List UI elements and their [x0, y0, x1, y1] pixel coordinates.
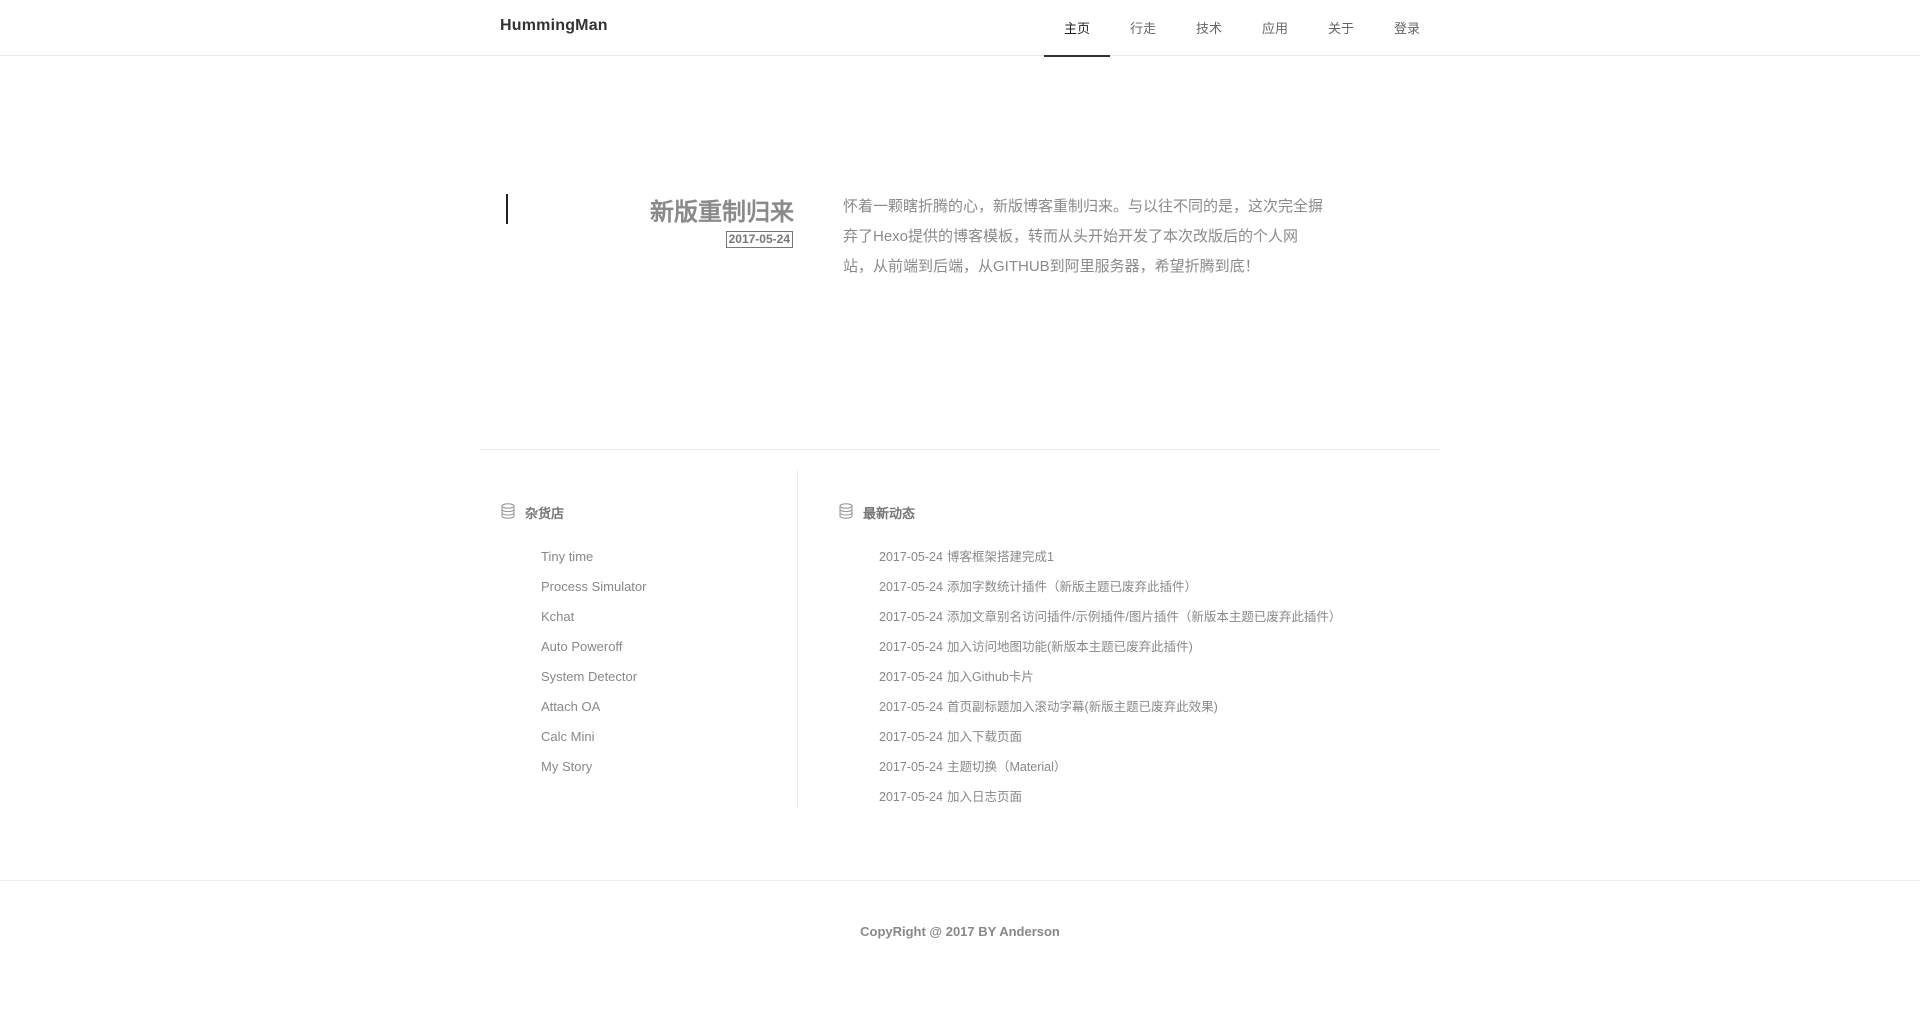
news-item-date: 2017-05-24 [879, 640, 943, 654]
news-title-text: 最新动态 [863, 506, 916, 521]
news-item-text: 主题切换（Material） [946, 760, 1067, 774]
news-item[interactable]: 2017-05-24 加入下载页面 [879, 725, 1341, 755]
shop-item-calc-mini[interactable]: Calc Mini [541, 725, 646, 755]
shop-title-text: 杂货店 [525, 506, 565, 521]
news-item[interactable]: 2017-05-24 首页副标题加入滚动字幕(新版主题已废弃此效果) [879, 695, 1341, 725]
main-nav: 主页 行走 技术 应用 关于 登录 [1044, 0, 1440, 57]
shop-item-auto-poweroff[interactable]: Auto Poweroff [541, 635, 646, 665]
database-icon [501, 503, 515, 522]
news-item-text: 添加字数统计插件（新版主题已废弃此插件） [946, 580, 1197, 594]
post-title[interactable]: 新版重制归来 [560, 192, 794, 227]
shop-item-tiny-time[interactable]: Tiny time [541, 545, 646, 575]
database-icon [839, 503, 853, 522]
news-item-text: 添加文章别名访问插件/示例插件/图片插件（新版本主题已废弃此插件） [946, 610, 1342, 624]
nav-item-login[interactable]: 登录 [1374, 0, 1440, 56]
news-item-date: 2017-05-24 [879, 730, 943, 744]
news-item[interactable]: 2017-05-24 加入Github卡片 [879, 665, 1341, 695]
shop-list: Tiny time Process Simulator Kchat Auto P… [541, 545, 646, 785]
nav-item-home[interactable]: 主页 [1044, 0, 1110, 57]
news-item-date: 2017-05-24 [879, 550, 943, 564]
news-panel-title: 最新动态 [839, 503, 915, 522]
news-item[interactable]: 2017-05-24 加入日志页面 [879, 785, 1341, 815]
footer-copyright: CopyRight @ 2017 BY Anderson [860, 924, 1060, 939]
news-list: 2017-05-24 博客框架搭建完成1 2017-05-24 添加字数统计插件（新… [879, 545, 1341, 815]
post-summary: 怀着一颗瞎折腾的心，新版博客重制归来。与以往不同的是，这次完全摒弃了Hexo提供… [843, 198, 1324, 275]
news-item-text: 博客框架搭建完成1 [946, 550, 1054, 564]
panel-divider [797, 470, 798, 808]
nav-item-tech[interactable]: 技术 [1176, 0, 1242, 56]
news-item-text: 加入访问地图功能(新版本主题已废弃此插件) [946, 640, 1193, 654]
news-item-date: 2017-05-24 [879, 760, 943, 774]
news-item-date: 2017-05-24 [879, 670, 943, 684]
nav-item-about[interactable]: 关于 [1308, 0, 1374, 56]
text-cursor-bar [506, 194, 508, 224]
news-item-date: 2017-05-24 [879, 580, 943, 594]
shop-item-process-simulator[interactable]: Process Simulator [541, 575, 646, 605]
news-item[interactable]: 2017-05-24 加入访问地图功能(新版本主题已废弃此插件) [879, 635, 1341, 665]
news-item-text: 首页副标题加入滚动字幕(新版主题已废弃此效果) [946, 700, 1218, 714]
section-divider [480, 449, 1440, 450]
news-item-text: 加入下载页面 [946, 730, 1022, 744]
news-item-text: 加入日志页面 [946, 790, 1022, 804]
shop-item-attach-oa[interactable]: Attach OA [541, 695, 646, 725]
news-item-date: 2017-05-24 [879, 700, 943, 714]
news-item[interactable]: 2017-05-24 主题切换（Material） [879, 755, 1341, 785]
top-navbar: HummingMan 主页 行走 技术 应用 关于 登录 [0, 0, 1920, 57]
news-item-date: 2017-05-24 [879, 610, 943, 624]
news-item[interactable]: 2017-05-24 博客框架搭建完成1 [879, 545, 1341, 575]
shop-item-kchat[interactable]: Kchat [541, 605, 646, 635]
footer-divider [0, 880, 1920, 881]
shop-item-system-detector[interactable]: System Detector [541, 665, 646, 695]
news-item[interactable]: 2017-05-24 添加文章别名访问插件/示例插件/图片插件（新版本主题已废弃此… [879, 605, 1341, 635]
nav-item-apps[interactable]: 应用 [1242, 0, 1308, 56]
news-item[interactable]: 2017-05-24 添加字数统计插件（新版主题已废弃此插件） [879, 575, 1341, 605]
post-date-badge: 2017-05-24 [725, 231, 793, 248]
nav-item-walk[interactable]: 行走 [1110, 0, 1176, 56]
news-item-date: 2017-05-24 [879, 790, 943, 804]
shop-item-my-story[interactable]: My Story [541, 755, 646, 785]
site-brand[interactable]: HummingMan [500, 17, 608, 35]
news-item-text: 加入Github卡片 [946, 670, 1034, 684]
shop-panel-title: 杂货店 [501, 503, 564, 522]
